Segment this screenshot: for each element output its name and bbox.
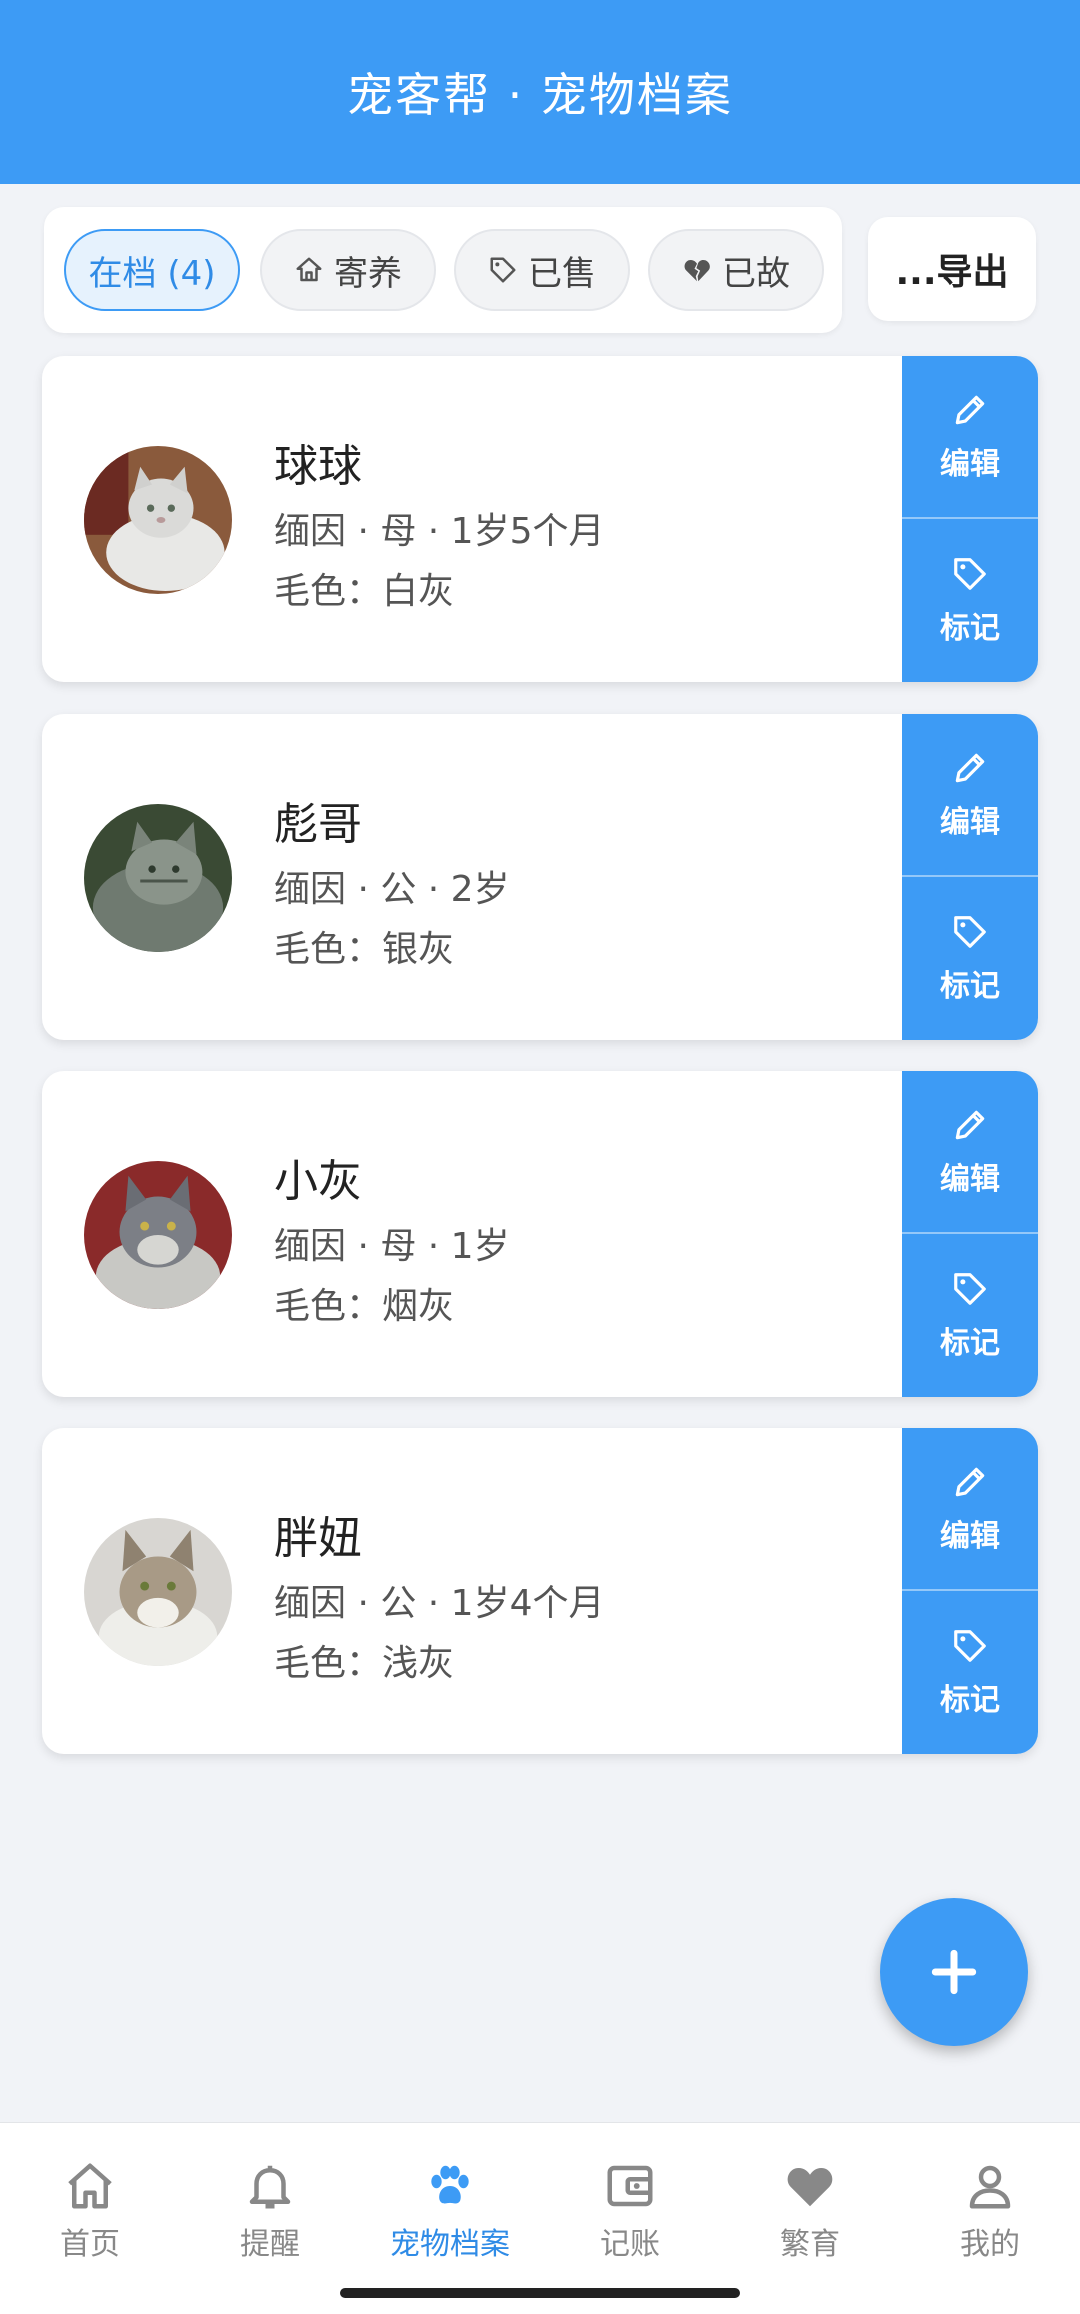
bottom-nav: 首页 提醒 宠物档案 记账 繁育 我的 bbox=[0, 2122, 1080, 2314]
tag-icon bbox=[954, 557, 986, 590]
person-icon bbox=[969, 2165, 1011, 2209]
pencil-icon bbox=[955, 1467, 985, 1496]
edit-button[interactable]: 编辑 bbox=[902, 1071, 1038, 1234]
edit-label: 编辑 bbox=[940, 804, 1000, 840]
app-header: 宠客帮 · 宠物档案 bbox=[0, 0, 1080, 184]
pet-avatar bbox=[84, 1161, 232, 1309]
nav-label: 提醒 bbox=[240, 2227, 300, 2262]
pet-breed-sex-age: 缅因 · 公 · 1岁4个月 bbox=[274, 1583, 605, 1624]
add-pet-button[interactable] bbox=[880, 1898, 1028, 2046]
edit-label: 编辑 bbox=[940, 446, 1000, 482]
pet-card[interactable]: 小灰 缅因 · 母 · 1岁 毛色：烟灰 编辑 标记 bbox=[42, 1071, 1038, 1397]
mark-button[interactable]: 标记 bbox=[902, 519, 1038, 682]
page-title: 宠客帮 · 宠物档案 bbox=[347, 68, 733, 122]
bell-icon bbox=[249, 2165, 291, 2209]
filter-chip-deceased[interactable]: 已故 bbox=[648, 229, 824, 311]
heart-icon bbox=[787, 2168, 833, 2207]
nav-label: 我的 bbox=[960, 2227, 1020, 2262]
filter-chip-sold[interactable]: 已售 bbox=[454, 229, 630, 311]
card-actions: 编辑 标记 bbox=[902, 1071, 1038, 1397]
tag-icon bbox=[954, 1272, 986, 1305]
nav-item-home[interactable]: 首页 bbox=[0, 2159, 180, 2269]
nav-label: 记账 bbox=[600, 2227, 660, 2262]
home-icon bbox=[68, 2163, 112, 2209]
broken-heart-icon bbox=[682, 255, 712, 285]
edit-label: 编辑 bbox=[940, 1161, 1000, 1197]
pet-card[interactable]: 胖妞 缅因 · 公 · 1岁4个月 毛色：浅灰 编辑 标记 bbox=[42, 1428, 1038, 1754]
pencil-icon bbox=[955, 753, 985, 782]
pet-breed-sex-age: 缅因 · 母 · 1岁 bbox=[274, 1226, 510, 1267]
mark-button[interactable]: 标记 bbox=[902, 1591, 1038, 1754]
edit-button[interactable]: 编辑 bbox=[902, 714, 1038, 877]
pet-avatar bbox=[84, 1518, 232, 1666]
pet-avatar bbox=[84, 446, 232, 594]
nav-item-reminder[interactable]: 提醒 bbox=[180, 2159, 360, 2269]
filter-chip-active[interactable]: 在档 (4) bbox=[64, 229, 240, 311]
nav-item-profile[interactable]: 我的 bbox=[900, 2159, 1080, 2269]
pet-name: 小灰 bbox=[274, 1156, 362, 1207]
edit-button[interactable]: 编辑 bbox=[902, 1428, 1038, 1591]
mark-label: 标记 bbox=[940, 968, 1000, 1004]
pet-card[interactable]: 彪哥 缅因 · 公 · 2岁 毛色：银灰 编辑 标记 bbox=[42, 714, 1038, 1040]
card-actions: 编辑 标记 bbox=[902, 356, 1038, 682]
pet-coat-color: 毛色：银灰 bbox=[274, 929, 455, 970]
tag-icon bbox=[954, 1629, 986, 1662]
tag-icon bbox=[954, 915, 986, 948]
mark-label: 标记 bbox=[940, 1682, 1000, 1718]
pet-breed-sex-age: 缅因 · 公 · 2岁 bbox=[274, 869, 510, 910]
nav-item-accounting[interactable]: 记账 bbox=[540, 2159, 720, 2269]
filter-chip-boarding[interactable]: 寄养 bbox=[260, 229, 436, 311]
pet-name: 彪哥 bbox=[274, 799, 362, 850]
edit-label: 编辑 bbox=[940, 1518, 1000, 1554]
mark-button[interactable]: 标记 bbox=[902, 1234, 1038, 1397]
nav-label: 宠物档案 bbox=[390, 2227, 510, 2262]
filter-chip-label: 在档 (4) bbox=[88, 253, 216, 294]
pet-coat-color: 毛色：白灰 bbox=[274, 571, 455, 612]
card-actions: 编辑 标记 bbox=[902, 1428, 1038, 1754]
pencil-icon bbox=[955, 1110, 985, 1139]
nav-item-breeding[interactable]: 繁育 bbox=[720, 2159, 900, 2269]
export-button[interactable]: ...导出 bbox=[868, 217, 1036, 321]
pet-name: 胖妞 bbox=[274, 1513, 362, 1564]
plus-icon bbox=[931, 1949, 977, 1995]
nav-label: 繁育 bbox=[780, 2227, 840, 2262]
pet-name: 球球 bbox=[274, 441, 362, 492]
mark-button[interactable]: 标记 bbox=[902, 877, 1038, 1040]
paw-icon bbox=[431, 2165, 469, 2204]
pet-coat-color: 毛色：浅灰 bbox=[274, 1643, 455, 1684]
house-icon bbox=[294, 255, 324, 285]
filter-chip-label: 已故 bbox=[722, 253, 790, 294]
mark-label: 标记 bbox=[940, 1325, 1000, 1361]
pet-breed-sex-age: 缅因 · 母 · 1岁5个月 bbox=[274, 511, 605, 552]
pet-card[interactable]: 球球 缅因 · 母 · 1岁5个月 毛色：白灰 编辑 标记 bbox=[42, 356, 1038, 682]
pencil-icon bbox=[955, 395, 985, 424]
edit-button[interactable]: 编辑 bbox=[902, 356, 1038, 519]
nav-item-pet-records[interactable]: 宠物档案 bbox=[360, 2159, 540, 2269]
filter-chip-label: 已售 bbox=[528, 253, 596, 294]
pet-avatar bbox=[84, 804, 232, 952]
filter-chip-label: 寄养 bbox=[334, 253, 402, 294]
mark-label: 标记 bbox=[940, 610, 1000, 646]
tag-icon bbox=[488, 255, 518, 285]
status-filter-bar: 在档 (4) 寄养 已售 已故 bbox=[44, 207, 842, 333]
card-actions: 编辑 标记 bbox=[902, 714, 1038, 1040]
pet-coat-color: 毛色：烟灰 bbox=[274, 1286, 455, 1327]
home-indicator bbox=[340, 2288, 740, 2298]
nav-label: 首页 bbox=[60, 2227, 120, 2262]
wallet-icon bbox=[607, 2165, 653, 2207]
